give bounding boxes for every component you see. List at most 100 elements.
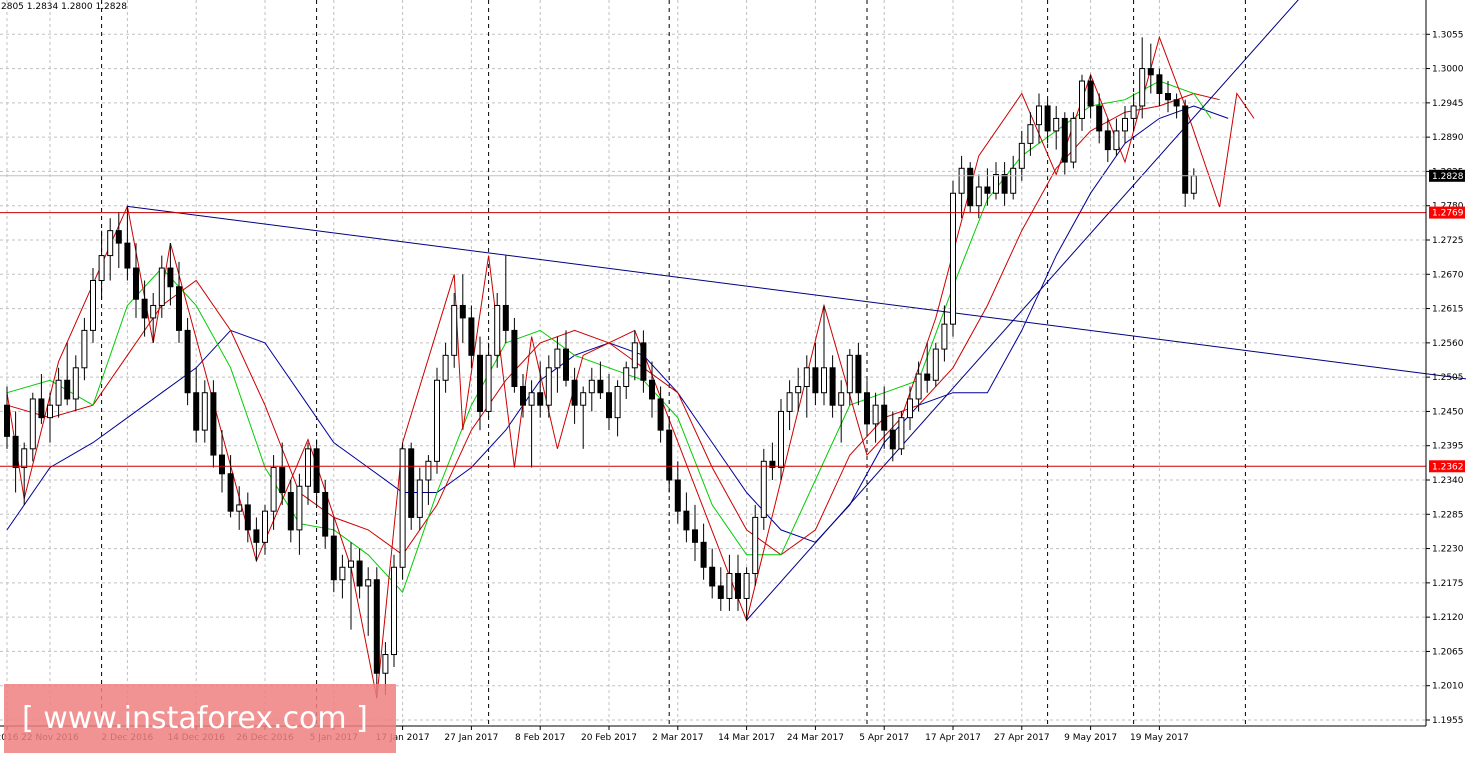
candle-body (846, 354, 853, 394)
candle-body (158, 267, 165, 306)
time-tick-label: 5 Apr 2017 (859, 733, 909, 743)
candle-body (511, 329, 518, 387)
candle-body (408, 448, 415, 518)
candle-body (373, 579, 380, 674)
candle-body (391, 566, 397, 656)
candle-body (184, 329, 191, 394)
candle-body (305, 448, 311, 487)
chart-area[interactable]: 1.30551.30001.29451.28901.28351.27801.27… (0, 0, 1466, 753)
candle-body (932, 348, 939, 381)
candle-body (597, 379, 604, 394)
price-tick-label: 1.3000 (1432, 65, 1464, 75)
candle-body (141, 298, 148, 319)
candle-body (537, 392, 544, 406)
price-tick-label: 1.3055 (1432, 30, 1464, 40)
candle-body (485, 354, 492, 412)
candle-body (915, 373, 922, 400)
candle-body (829, 367, 836, 406)
chart-background (0, 0, 1466, 753)
candle (399, 442, 406, 580)
candle-body (12, 435, 19, 469)
candle-body (1113, 130, 1120, 151)
price-tick-label: 1.2890 (1432, 133, 1464, 143)
candle-body (133, 267, 139, 300)
candle-body (1122, 117, 1128, 132)
candle-body (4, 404, 10, 437)
candle-body (786, 392, 793, 412)
candle-body (657, 398, 664, 431)
candle-body (115, 230, 122, 244)
candle (898, 411, 905, 456)
candle (210, 380, 217, 468)
candle-body (975, 186, 982, 207)
candle-body (382, 654, 389, 674)
price-tick-label: 1.2505 (1432, 373, 1464, 383)
candle-body (124, 242, 131, 269)
candle-body (1096, 105, 1103, 132)
candle-body (451, 304, 458, 356)
candle-body (821, 367, 827, 394)
candle-body (442, 354, 449, 381)
candle-body (262, 510, 268, 543)
candle-body (631, 342, 638, 369)
candle-body (219, 454, 225, 475)
candle-body (1190, 175, 1197, 194)
candle-body (709, 566, 716, 587)
candle-body (1173, 99, 1180, 107)
candle-body (502, 304, 509, 331)
candle-body (477, 354, 483, 412)
time-tick-label: 27 Apr 2017 (994, 733, 1050, 743)
candle-body (1070, 117, 1077, 163)
candle-body (1018, 142, 1025, 169)
candle-body (640, 342, 647, 381)
candle-body (700, 541, 707, 568)
candle-body (1182, 105, 1189, 194)
candle-body (167, 267, 174, 288)
candle-body (1156, 74, 1163, 95)
candle-body (881, 404, 888, 431)
candle-body (416, 479, 423, 518)
candle (932, 342, 939, 387)
candle-body (692, 529, 698, 543)
candle-body (958, 167, 965, 194)
candle-body (38, 398, 45, 419)
time-tick-label: 24 Mar 2017 (787, 733, 844, 743)
candle-body (588, 379, 595, 394)
time-tick-label: 8 Feb 2017 (515, 733, 565, 743)
price-tick-label: 1.2615 (1432, 305, 1464, 315)
candle-body (571, 379, 578, 406)
candle-body (606, 392, 612, 419)
candle-body (528, 392, 535, 406)
level-price-badge-label: 1.2769 (1432, 209, 1464, 219)
candle-body (1165, 93, 1171, 101)
candle-body (683, 510, 690, 531)
candle-body (253, 529, 260, 543)
candle-body (201, 392, 208, 431)
candle-body (313, 448, 320, 493)
price-tick-label: 1.1955 (1432, 716, 1464, 726)
price-tick-label: 1.2670 (1432, 270, 1464, 280)
candle-body (864, 392, 870, 425)
candle-body (1104, 130, 1111, 151)
candle-body (55, 379, 62, 406)
candle-body (623, 367, 630, 387)
level-price-badge-label: 1.2362 (1432, 462, 1464, 472)
candle-body (81, 329, 88, 369)
candle-body (365, 579, 372, 587)
candle-body (330, 535, 337, 581)
candle-body (227, 473, 234, 512)
candle-body (176, 286, 182, 331)
candle-body (47, 404, 53, 419)
watermark: [ www.instaforex.com ] (4, 684, 396, 753)
candle-body (64, 379, 71, 400)
candle-body (348, 560, 354, 568)
candle-body (434, 379, 440, 462)
candle-body (1061, 117, 1068, 163)
price-chart[interactable]: 1.30551.30001.29451.28901.28351.27801.27… (0, 0, 1466, 753)
candle-body (520, 385, 526, 406)
candle-body (752, 516, 759, 575)
candle-body (1027, 124, 1034, 144)
candle-body (1010, 167, 1017, 194)
candle-body (726, 573, 733, 599)
price-tick-label: 1.2285 (1432, 510, 1464, 520)
